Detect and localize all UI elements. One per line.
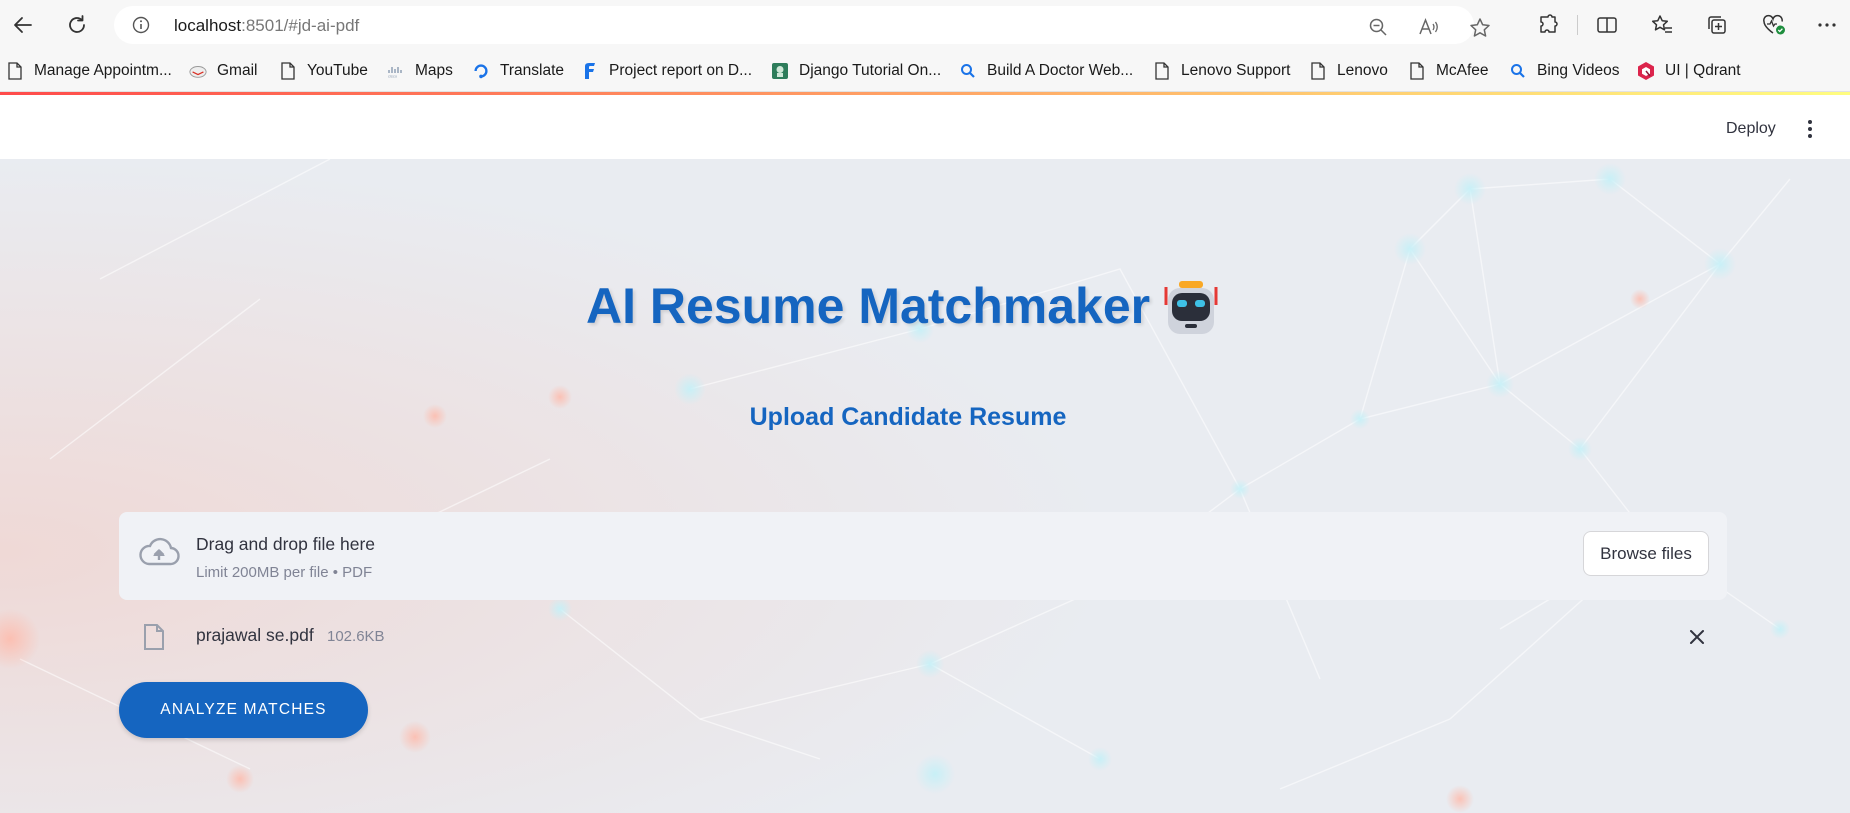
- file-icon: [143, 623, 165, 651]
- favorites-icon[interactable]: [1650, 13, 1674, 37]
- app-header: Deploy: [0, 92, 1850, 159]
- toolbar-divider: [1577, 15, 1578, 35]
- browser-toolbar: localhost:8501/#jd-ai-pdf: [0, 0, 1850, 50]
- translate-icon: [472, 62, 490, 80]
- bookmark-label: Maps: [415, 62, 453, 79]
- bookmark-lenovo-support[interactable]: Lenovo Support: [1153, 60, 1290, 82]
- uploaded-file-row: prajawal se.pdf 102.6KB: [119, 617, 1727, 657]
- bookmark-maps[interactable]: cisco Maps: [387, 60, 453, 82]
- f-logo-icon: [581, 62, 599, 80]
- bookmark-build-doctor-web[interactable]: Build A Doctor Web...: [959, 60, 1133, 82]
- uploaded-file-name: prajawal se.pdf: [196, 625, 314, 645]
- bookmark-manage-appointments[interactable]: Manage Appointm...: [6, 60, 172, 82]
- cloud-upload-icon: [138, 537, 180, 569]
- header-decoration: [0, 92, 1850, 95]
- bookmark-lenovo[interactable]: Lenovo: [1309, 60, 1388, 82]
- bookmark-label: Gmail: [217, 62, 258, 79]
- bookmark-mcafee[interactable]: McAfee: [1408, 60, 1489, 82]
- remove-file-icon[interactable]: [1687, 627, 1707, 647]
- bookmark-bing-videos[interactable]: Bing Videos: [1509, 60, 1619, 82]
- bookmark-translate[interactable]: Translate: [472, 60, 564, 82]
- refresh-icon[interactable]: [62, 10, 92, 40]
- gmail-icon: [189, 62, 207, 80]
- page-title: AI Resume Matchmaker: [586, 278, 1151, 334]
- page-icon: [1309, 62, 1327, 80]
- dropzone-instructions: Drag and drop file here: [196, 534, 375, 554]
- bookmark-label: Project report on D...: [609, 62, 753, 79]
- address-bar[interactable]: localhost:8501/#jd-ai-pdf: [114, 6, 1490, 44]
- back-icon[interactable]: [8, 10, 38, 40]
- search-icon: [1509, 62, 1527, 80]
- url-host: localhost: [174, 16, 242, 35]
- bookmark-label: Lenovo Support: [1181, 62, 1291, 79]
- split-screen-icon[interactable]: [1595, 13, 1619, 37]
- bookmark-youtube[interactable]: YouTube: [279, 60, 368, 82]
- bookmark-label: McAfee: [1436, 62, 1489, 79]
- bookmark-label: Translate: [500, 62, 565, 79]
- qdrant-icon: [1637, 62, 1655, 80]
- deploy-button[interactable]: Deploy: [1726, 120, 1776, 138]
- url-path: :8501/#jd-ai-pdf: [241, 16, 360, 35]
- browse-files-button[interactable]: Browse files: [1583, 531, 1709, 576]
- svg-text:cisco: cisco: [388, 74, 398, 79]
- browser-essentials-icon[interactable]: [1761, 13, 1785, 37]
- read-aloud-icon[interactable]: [1418, 17, 1438, 37]
- app-main: AI Resume Matchmaker Upload Candidate Re…: [0, 159, 1850, 813]
- url-text: localhost:8501/#jd-ai-pdf: [174, 16, 359, 36]
- page-icon: [6, 62, 24, 80]
- bookmark-qdrant[interactable]: UI | Qdrant: [1637, 60, 1741, 82]
- page-icon: [1153, 62, 1171, 80]
- file-dropzone[interactable]: Drag and drop file here Limit 200MB per …: [119, 512, 1727, 600]
- main-menu-icon[interactable]: [1800, 118, 1820, 140]
- dropzone-limit: Limit 200MB per file • PDF: [196, 564, 373, 581]
- page-icon: [1408, 62, 1426, 80]
- bookmark-label: Bing Videos: [1537, 62, 1620, 79]
- robot-emoji-icon: [1160, 279, 1222, 341]
- bookmark-project-report[interactable]: Project report on D...: [581, 60, 752, 82]
- analyze-matches-button[interactable]: ANALYZE MATCHES: [119, 682, 368, 738]
- bookmarks-bar: Manage Appointm... Gmail YouTube cisco M…: [0, 50, 1850, 92]
- cisco-icon: cisco: [387, 62, 405, 80]
- extensions-icon[interactable]: [1536, 13, 1560, 37]
- django-icon: [771, 62, 789, 80]
- bookmark-django-tutorial[interactable]: Django Tutorial On...: [771, 60, 941, 82]
- search-icon: [959, 62, 977, 80]
- more-options-icon[interactable]: [1815, 13, 1839, 37]
- bookmark-gmail[interactable]: Gmail: [189, 60, 257, 82]
- zoom-out-icon[interactable]: [1368, 17, 1388, 37]
- bookmark-label: Django Tutorial On...: [799, 62, 942, 79]
- favorite-star-icon[interactable]: [1469, 17, 1490, 37]
- site-info-icon[interactable]: [132, 16, 150, 34]
- bookmark-label: Build A Doctor Web...: [987, 62, 1134, 79]
- bookmark-label: UI | Qdrant: [1665, 62, 1741, 79]
- bookmark-label: YouTube: [307, 62, 368, 79]
- page-icon: [279, 62, 297, 80]
- bookmark-label: Lenovo: [1337, 62, 1388, 79]
- bookmark-label: Manage Appointm...: [34, 62, 172, 79]
- uploaded-file-size: 102.6KB: [327, 628, 385, 645]
- collections-icon[interactable]: [1705, 13, 1729, 37]
- section-subtitle: Upload Candidate Resume: [749, 403, 1067, 431]
